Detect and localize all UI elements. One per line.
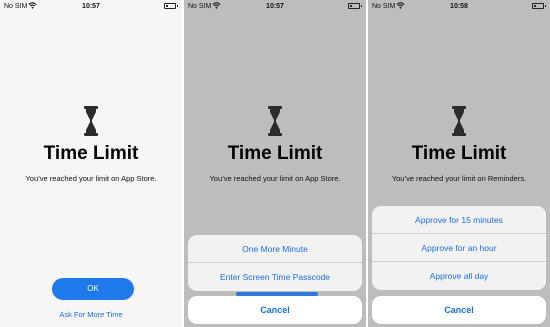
- status-bar: No SIM 10:57: [184, 0, 366, 14]
- limit-message: You’ve reached your limit on App Store.: [25, 174, 157, 183]
- battery-icon: [348, 3, 362, 9]
- approve-hour-option[interactable]: Approve for an hour: [372, 234, 546, 262]
- action-sheet: One More Minute Enter Screen Time Passco…: [188, 235, 362, 291]
- battery-icon: [532, 3, 546, 9]
- limit-message: You’ve reached your limit on App Store.: [209, 174, 341, 183]
- approve-all-day-option[interactable]: Approve all day: [372, 262, 546, 290]
- hourglass-icon: [268, 106, 282, 136]
- status-bar: No SIM 10:58: [368, 0, 550, 14]
- ask-for-more-time-link[interactable]: Ask For More Time: [0, 310, 182, 319]
- clock: 10:57: [266, 3, 284, 10]
- hourglass-icon: [452, 106, 466, 136]
- enter-passcode-option[interactable]: Enter Screen Time Passcode: [188, 263, 362, 291]
- screen-time-limit-options: No SIM 10:57 Time Limit You’ve reached y…: [184, 0, 366, 327]
- page-title: Time Limit: [411, 143, 507, 164]
- page-title: Time Limit: [43, 143, 139, 164]
- battery-icon: [164, 3, 178, 9]
- approve-15-minutes-option[interactable]: Approve for 15 minutes: [372, 206, 546, 234]
- hourglass-icon: [84, 106, 98, 136]
- limit-message: You’ve reached your limit on Reminders.: [391, 174, 527, 183]
- screen-time-limit-app-store: No SIM 10:57 Time Limit You’ve reached y…: [0, 0, 182, 327]
- screen-time-limit-approval: No SIM 10:58 Time Limit You’ve reached y…: [368, 0, 550, 327]
- page-title: Time Limit: [227, 143, 323, 164]
- clock: 10:58: [450, 3, 468, 10]
- cancel-button[interactable]: Cancel: [188, 296, 362, 324]
- clock: 10:57: [82, 3, 100, 10]
- one-more-minute-option[interactable]: One More Minute: [188, 235, 362, 263]
- ok-button[interactable]: OK: [52, 278, 134, 300]
- cancel-button[interactable]: Cancel: [372, 296, 546, 324]
- status-bar: No SIM 10:57: [0, 0, 182, 14]
- action-sheet: Approve for 15 minutes Approve for an ho…: [372, 206, 546, 290]
